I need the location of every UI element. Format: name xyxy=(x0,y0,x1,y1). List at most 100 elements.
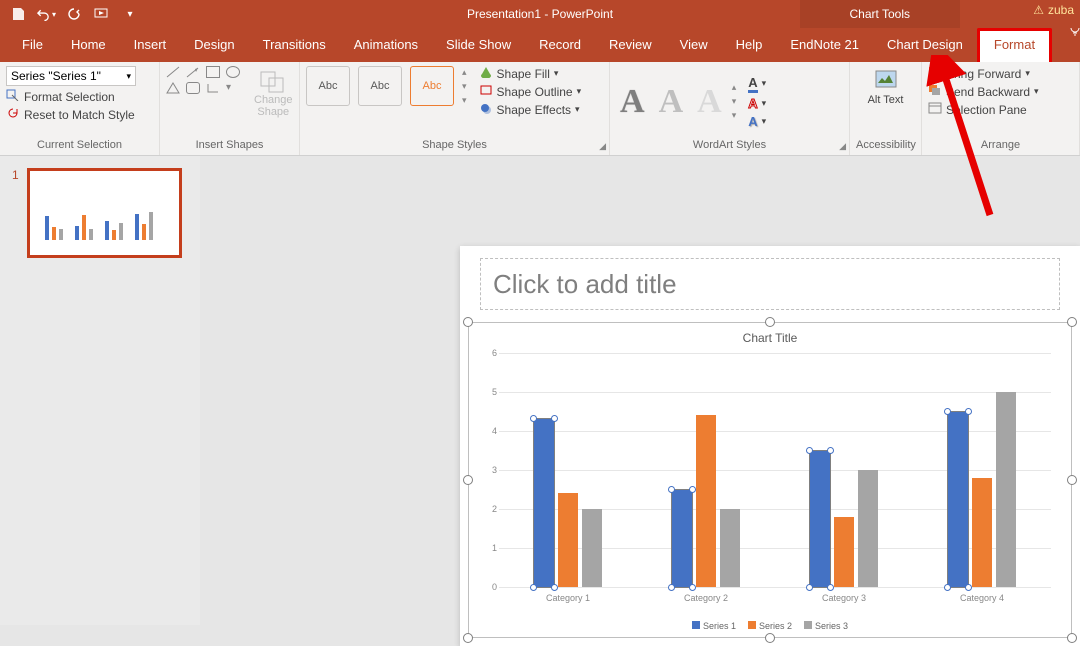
bar-series1[interactable] xyxy=(948,412,968,588)
selection-handle[interactable] xyxy=(463,475,473,485)
wordart-preset-3[interactable]: A xyxy=(693,83,726,121)
text-fill-button[interactable]: A▾ xyxy=(748,75,766,93)
shape-style-preset-1[interactable]: Abc xyxy=(306,66,350,106)
bar-series2[interactable] xyxy=(972,478,992,587)
selection-pane-button[interactable]: Selection Pane xyxy=(928,102,1039,117)
selection-handle[interactable] xyxy=(1067,317,1077,327)
tab-endnote[interactable]: EndNote 21 xyxy=(776,29,873,62)
bar-selection-handle[interactable] xyxy=(530,584,537,591)
chart-object[interactable]: Chart Title 0123456 Category 1Category 2… xyxy=(468,322,1072,638)
tab-insert[interactable]: Insert xyxy=(120,29,181,62)
text-outline-button[interactable]: A▾ xyxy=(748,96,766,111)
tab-transitions[interactable]: Transitions xyxy=(249,29,340,62)
chart-element-selector[interactable]: Series "Series 1" ▾ xyxy=(6,66,136,86)
chart-plot-area[interactable]: 0123456 Category 1Category 2Category 3Ca… xyxy=(499,353,1051,587)
save-icon[interactable] xyxy=(8,4,28,24)
bar-selection-handle[interactable] xyxy=(668,486,675,493)
qat-more-icon[interactable]: ▾ xyxy=(120,4,140,24)
slide-1-thumbnail[interactable] xyxy=(27,168,182,258)
tab-slideshow[interactable]: Slide Show xyxy=(432,29,525,62)
title-placeholder[interactable]: Click to add title xyxy=(480,258,1060,310)
text-effects-button[interactable]: A▾ xyxy=(748,114,766,129)
bar-selection-handle[interactable] xyxy=(551,584,558,591)
tab-format[interactable]: Format xyxy=(977,28,1052,62)
selection-handle[interactable] xyxy=(765,633,775,643)
shape-style-preset-3[interactable]: Abc xyxy=(410,66,454,106)
oval-shape-icon[interactable] xyxy=(226,66,240,78)
bar-series2[interactable] xyxy=(558,493,578,587)
bar-series3[interactable] xyxy=(720,509,740,587)
user-badge[interactable]: ⚠ zuba xyxy=(1033,3,1074,17)
undo-icon[interactable]: ▾ xyxy=(36,4,56,24)
bar-selection-handle[interactable] xyxy=(668,584,675,591)
bar-selection-handle[interactable] xyxy=(806,584,813,591)
line-arrow-shape-icon[interactable] xyxy=(186,66,200,78)
tab-view[interactable]: View xyxy=(666,29,722,62)
tab-help[interactable]: Help xyxy=(722,29,777,62)
rect-shape-icon[interactable] xyxy=(206,66,220,78)
shape-style-gallery-more[interactable]: ▴▾▾ xyxy=(462,67,467,106)
bar-selection-handle[interactable] xyxy=(806,447,813,454)
shapes-more-icon[interactable]: ▾ xyxy=(226,82,242,94)
tab-chart-design[interactable]: Chart Design xyxy=(873,29,977,62)
tab-animations[interactable]: Animations xyxy=(340,29,432,62)
chart-legend[interactable]: Series 1 Series 2 Series 3 xyxy=(469,621,1071,631)
bar-series1[interactable] xyxy=(534,419,554,587)
shape-fill-button[interactable]: Shape Fill▾ xyxy=(479,66,582,81)
shape-effects-button[interactable]: Shape Effects▾ xyxy=(479,102,582,117)
wordart-gallery-more[interactable]: ▴▾▾ xyxy=(732,82,737,121)
bar-selection-handle[interactable] xyxy=(965,408,972,415)
bar-selection-handle[interactable] xyxy=(944,584,951,591)
bar-series3[interactable] xyxy=(858,470,878,587)
bar-selection-handle[interactable] xyxy=(689,486,696,493)
selection-handle[interactable] xyxy=(463,633,473,643)
bar-series2[interactable] xyxy=(834,517,854,587)
send-backward-button[interactable]: Send Backward▾ xyxy=(928,84,1039,99)
shape-style-preset-2[interactable]: Abc xyxy=(358,66,402,106)
shape-gallery[interactable]: ▾ xyxy=(166,66,242,94)
bring-forward-button[interactable]: Bring Forward▾ xyxy=(928,66,1039,81)
format-selection-button[interactable]: Format Selection xyxy=(6,89,153,104)
bar-series1[interactable] xyxy=(672,490,692,588)
roundrect-shape-icon[interactable] xyxy=(186,82,200,94)
shape-styles-launcher-icon[interactable]: ◢ xyxy=(599,141,606,152)
change-shape-button[interactable]: Change Shape xyxy=(248,66,299,120)
bar-selection-handle[interactable] xyxy=(551,415,558,422)
shape-outline-button[interactable]: Shape Outline▾ xyxy=(479,84,582,99)
selection-handle[interactable] xyxy=(765,317,775,327)
bar-series3[interactable] xyxy=(582,509,602,587)
bar-series1[interactable] xyxy=(810,451,830,588)
legend-item[interactable]: Series 2 xyxy=(748,621,792,631)
legend-item[interactable]: Series 1 xyxy=(692,621,736,631)
bar-series2[interactable] xyxy=(696,415,716,587)
bar-selection-handle[interactable] xyxy=(689,584,696,591)
selection-handle[interactable] xyxy=(1067,633,1077,643)
slide-canvas[interactable]: Click to add title Chart Title 0123456 C… xyxy=(460,246,1080,646)
start-from-beginning-icon[interactable] xyxy=(92,4,112,24)
bar-series3[interactable] xyxy=(996,392,1016,587)
bar-selection-handle[interactable] xyxy=(827,584,834,591)
wordart-launcher-icon[interactable]: ◢ xyxy=(839,141,846,152)
bar-selection-handle[interactable] xyxy=(965,584,972,591)
tab-review[interactable]: Review xyxy=(595,29,666,62)
redo-icon[interactable] xyxy=(64,4,84,24)
tab-design[interactable]: Design xyxy=(180,29,248,62)
alt-text-button[interactable]: Alt Text xyxy=(859,66,913,108)
triangle-shape-icon[interactable] xyxy=(166,82,180,94)
slide-editor[interactable]: Click to add title Chart Title 0123456 C… xyxy=(200,156,1080,625)
tab-file[interactable]: File xyxy=(8,29,57,62)
bar-selection-handle[interactable] xyxy=(530,415,537,422)
wordart-preset-2[interactable]: A xyxy=(655,83,688,121)
chart-title[interactable]: Chart Title xyxy=(469,331,1071,345)
reset-to-match-style-button[interactable]: Reset to Match Style xyxy=(6,107,153,122)
elbow-shape-icon[interactable] xyxy=(206,82,220,94)
bar-selection-handle[interactable] xyxy=(827,447,834,454)
legend-item[interactable]: Series 3 xyxy=(804,621,848,631)
line-shape-icon[interactable] xyxy=(166,66,180,78)
selection-handle[interactable] xyxy=(463,317,473,327)
wordart-preset-1[interactable]: A xyxy=(616,83,649,121)
bar-selection-handle[interactable] xyxy=(944,408,951,415)
selection-handle[interactable] xyxy=(1067,475,1077,485)
tab-home[interactable]: Home xyxy=(57,29,120,62)
tab-record[interactable]: Record xyxy=(525,29,595,62)
